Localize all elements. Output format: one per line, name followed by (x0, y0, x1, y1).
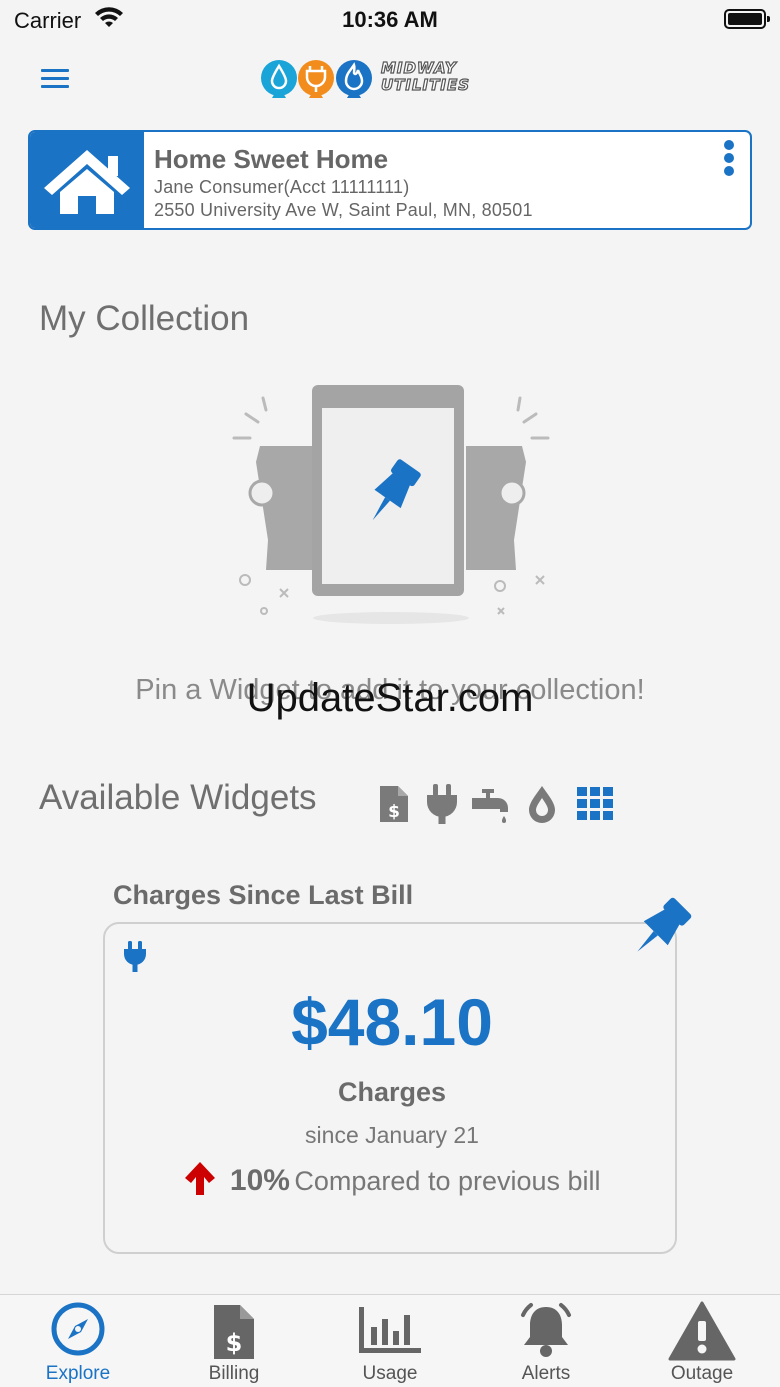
battery-icon (724, 9, 770, 29)
empty-collection-illustration (232, 385, 550, 624)
pin-widget-button[interactable] (622, 896, 694, 966)
billing-filter-button[interactable]: $ (376, 782, 416, 826)
tab-label: Explore (45, 1363, 111, 1384)
bar-chart-icon (359, 1307, 421, 1353)
since-date-label: since January 21 (305, 1122, 479, 1148)
charges-since-last-bill-widget[interactable]: $48.10 Charges since January 21 10% Comp… (103, 922, 677, 1254)
plug-icon (124, 941, 146, 972)
menu-line (41, 69, 69, 72)
bill-dollar-icon: $ (380, 786, 408, 822)
tab-label: Billing (208, 1363, 260, 1384)
bill-dollar-icon: $ (214, 1305, 254, 1359)
percent-change: 10% (229, 1164, 290, 1197)
house-icon (44, 150, 130, 214)
tab-label: Alerts (521, 1363, 571, 1384)
tab-outage[interactable]: Outage (624, 1295, 780, 1387)
logo-line1: MIDWAY (380, 59, 457, 77)
watermark-text: UpdateStar.com (246, 676, 534, 720)
account-address: 2550 University Ave W, Saint Paul, MN, 8… (154, 200, 533, 220)
account-selector-card[interactable]: Home Sweet Home Jane Consumer(Acct 11111… (28, 130, 752, 230)
clock: 10:36 AM (342, 7, 438, 32)
tab-alerts[interactable]: Alerts (468, 1295, 624, 1387)
svg-text:$: $ (226, 1329, 243, 1357)
account-holder: Jane Consumer(Acct 11111111) (154, 177, 410, 197)
electric-filter-button[interactable] (424, 782, 464, 826)
bell-icon (521, 1303, 571, 1357)
warning-icon (668, 1301, 736, 1361)
all-widgets-filter-button[interactable] (576, 782, 616, 826)
charges-amount: $48.10 (291, 985, 493, 1059)
tab-billing[interactable]: $ Billing (156, 1295, 312, 1387)
kebab-dot (724, 166, 734, 176)
kebab-dot (724, 140, 734, 150)
comparison-row: 10% Compared to previous bill (105, 1160, 679, 1198)
compass-icon (51, 1302, 105, 1356)
tab-explore[interactable]: Explore (0, 1295, 156, 1387)
charges-label: Charges (337, 1077, 447, 1107)
account-icon-box (30, 132, 144, 228)
midway-utilities-logo: MIDWAY UTILITIES (259, 56, 501, 106)
status-bar: Carrier 10:36 AM (0, 0, 780, 42)
kebab-dot (724, 153, 734, 163)
menu-line (41, 85, 69, 88)
tab-label: Outage (670, 1363, 734, 1384)
tab-label: Usage (362, 1363, 418, 1384)
gas-filter-button[interactable] (524, 782, 564, 826)
logo-drops-icon (261, 60, 372, 98)
available-widgets-title: Available Widgets (39, 778, 317, 817)
charges-widget-title: Charges Since Last Bill (113, 880, 414, 910)
faucet-icon (472, 789, 508, 823)
hamburger-menu-button[interactable] (38, 64, 72, 94)
more-options-icon[interactable] (718, 138, 740, 178)
logo-line2: UTILITIES (380, 76, 470, 94)
svg-text:$: $ (388, 802, 400, 822)
account-name: Home Sweet Home (154, 144, 389, 174)
comparison-text: Compared to previous bill (294, 1166, 601, 1196)
water-filter-button[interactable] (472, 782, 512, 826)
drop-icon (529, 786, 555, 823)
pushpin-icon (637, 897, 692, 952)
app-header: MIDWAY UTILITIES (0, 50, 780, 110)
my-collection-title: My Collection (39, 299, 250, 338)
bottom-tab-bar: Explore $ Billing Usage Alerts Outage (0, 1294, 780, 1387)
plug-icon (427, 784, 457, 824)
grid-icon (577, 787, 613, 820)
trend-up-arrow-icon (185, 1162, 216, 1195)
menu-line (41, 77, 69, 80)
logo-text: MIDWAY UTILITIES (380, 59, 470, 94)
tab-usage[interactable]: Usage (312, 1295, 468, 1387)
